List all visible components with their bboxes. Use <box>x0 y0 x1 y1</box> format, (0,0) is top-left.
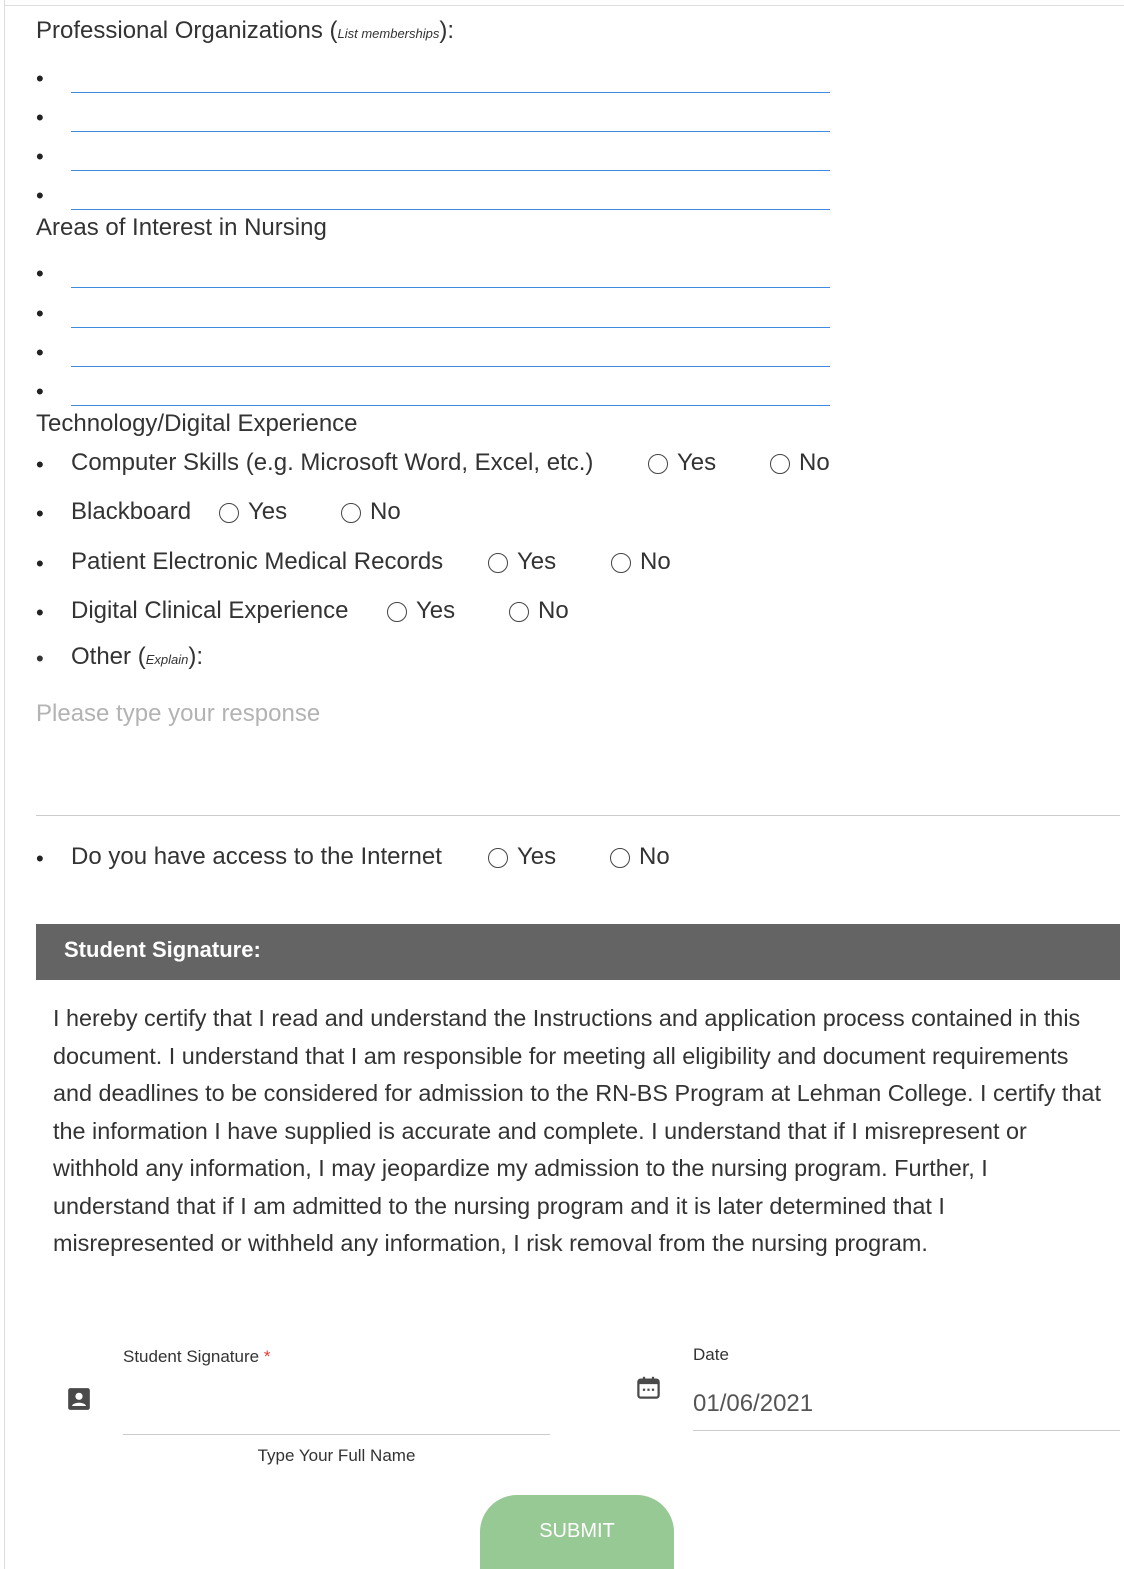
emr-no-radio[interactable]: No <box>611 548 671 576</box>
radio-circle-icon <box>341 503 361 523</box>
submit-button[interactable]: SUBMIT <box>480 1495 674 1569</box>
bullet: • <box>36 600 44 625</box>
technology-label: Technology/Digital Experience <box>36 410 358 437</box>
student-signature-input[interactable] <box>123 1378 550 1435</box>
blackboard-yes-radio[interactable]: Yes <box>219 498 287 526</box>
radio-circle-icon <box>648 454 668 474</box>
required-mark: * <box>263 1347 271 1366</box>
radio-circle-icon <box>610 848 630 868</box>
bullet: • <box>36 551 44 576</box>
yes-label: Yes <box>517 548 557 575</box>
radio-circle-icon <box>770 454 790 474</box>
interest-line-1: • <box>36 255 836 294</box>
no-label: No <box>639 843 670 870</box>
org-line-3: • <box>36 138 836 177</box>
calendar-icon[interactable] <box>635 1374 662 1401</box>
bullet: • <box>36 105 44 130</box>
bullet: • <box>36 301 44 326</box>
yes-label: Yes <box>416 597 456 624</box>
blackboard-label: Blackboard <box>71 498 192 525</box>
emr-label: Patient Electronic Medical Records <box>71 548 444 575</box>
signature-hint: Type Your Full Name <box>257 1446 416 1465</box>
internet-no-radio[interactable]: No <box>610 843 670 871</box>
internet-label: Do you have access to the Internet <box>71 843 442 870</box>
interest-input-4[interactable] <box>71 375 830 406</box>
areas-of-interest-label: Areas of Interest in Nursing <box>36 214 327 241</box>
date-label: Date <box>693 1345 729 1364</box>
certification-text: I hereby certify that I read and underst… <box>53 1005 1101 1256</box>
org-line-4: • <box>36 177 836 216</box>
computer-skills-label: Computer Skills (e.g. Microsoft Word, Ex… <box>71 449 594 476</box>
student-signature-header: Student Signature: <box>36 924 1120 980</box>
bullet: • <box>36 183 44 208</box>
no-label: No <box>538 597 569 624</box>
org-input-2[interactable] <box>71 101 830 132</box>
bullet: • <box>36 501 44 526</box>
bullet: • <box>36 66 44 91</box>
org-input-3[interactable] <box>71 140 830 171</box>
emr-yes-radio[interactable]: Yes <box>488 548 556 576</box>
digital-clinical-yes-radio[interactable]: Yes <box>387 597 455 625</box>
other-label: Other (Explain): <box>71 643 203 670</box>
radio-circle-icon <box>488 553 508 573</box>
student-signature-label: Student Signature * <box>123 1347 271 1366</box>
bullet: • <box>36 144 44 169</box>
yes-label: Yes <box>248 498 288 525</box>
professional-organizations-label: Professional Organizations (List members… <box>36 17 455 44</box>
org-line-2: • <box>36 99 836 138</box>
interest-input-1[interactable] <box>71 257 830 288</box>
no-label: No <box>370 498 401 525</box>
bullet: • <box>36 261 44 286</box>
radio-circle-icon <box>509 602 529 622</box>
digital-clinical-label: Digital Clinical Experience <box>71 597 349 624</box>
application-form-page: Professional Organizations (List members… <box>0 0 1124 1569</box>
frame-top-border <box>4 5 1124 6</box>
computer-skills-yes-radio[interactable]: Yes <box>648 449 716 477</box>
frame-left-border <box>4 0 5 1569</box>
digital-clinical-no-radio[interactable]: No <box>509 597 569 625</box>
interest-line-3: • <box>36 334 836 373</box>
radio-circle-icon <box>611 553 631 573</box>
bullet: • <box>36 846 44 871</box>
interest-line-2: • <box>36 295 836 334</box>
blackboard-no-radio[interactable]: No <box>341 498 401 526</box>
yes-label: Yes <box>677 449 717 476</box>
org-input-1[interactable] <box>71 62 830 93</box>
no-label: No <box>640 548 671 575</box>
radio-circle-icon <box>219 503 239 523</box>
yes-label: Yes <box>517 843 557 870</box>
interest-input-2[interactable] <box>71 297 830 328</box>
bullet: • <box>36 340 44 365</box>
computer-skills-no-radio[interactable]: No <box>770 449 830 477</box>
radio-circle-icon <box>387 602 407 622</box>
bullet: • <box>36 452 44 477</box>
radio-circle-icon <box>488 848 508 868</box>
bullet: • <box>36 646 44 671</box>
org-input-4[interactable] <box>71 179 830 210</box>
no-label: No <box>799 449 830 476</box>
person-card-icon <box>68 1388 90 1410</box>
interest-line-4: • <box>36 373 836 412</box>
internet-yes-radio[interactable]: Yes <box>488 843 556 871</box>
interest-input-3[interactable] <box>71 336 830 367</box>
other-response-textarea[interactable] <box>36 700 1120 816</box>
org-line-1: • <box>36 60 836 99</box>
bullet: • <box>36 379 44 404</box>
date-input[interactable] <box>693 1378 1120 1431</box>
